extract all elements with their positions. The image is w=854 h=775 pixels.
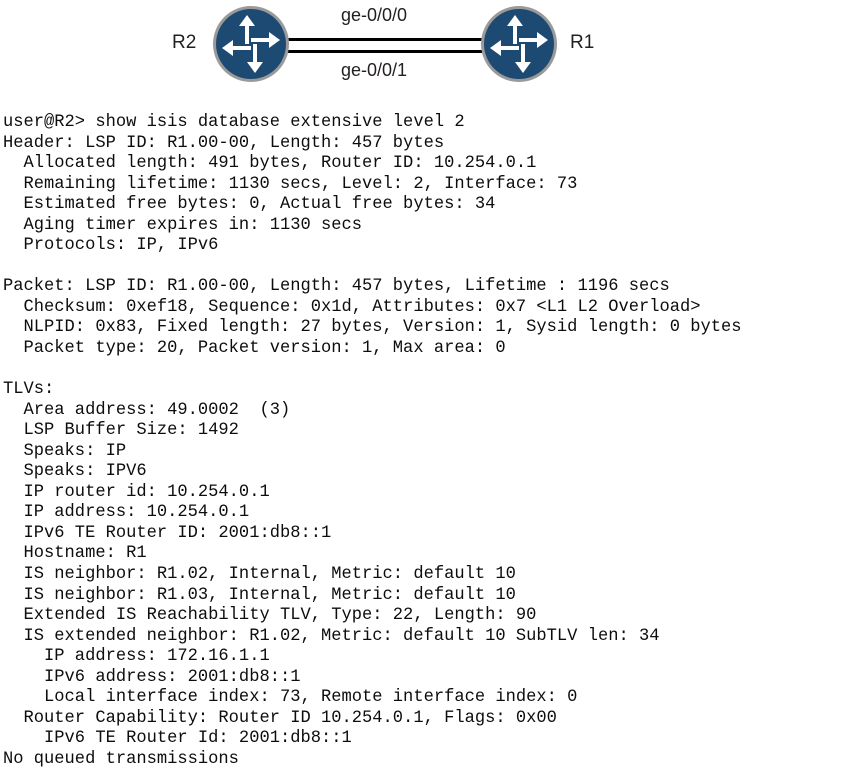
- router-icon: [213, 6, 289, 82]
- terminal-line: Header: LSP ID: R1.00-00, Length: 457 by…: [3, 133, 445, 153]
- terminal-line: NLPID: 0x83, Fixed length: 27 bytes, Ver…: [3, 318, 742, 338]
- terminal-line: IS extended neighbor: R1.02, Metric: def…: [3, 626, 660, 646]
- terminal-line: Checksum: 0xef18, Sequence: 0x1d, Attrib…: [3, 297, 701, 317]
- terminal-output: user@R2> show isis database extensive le…: [0, 113, 854, 771]
- terminal-line: Aging timer expires in: 1130 secs: [3, 215, 363, 235]
- terminal-line: Packet type: 20, Packet version: 1, Max …: [3, 339, 506, 359]
- link-line-ge-0-0-1: [288, 50, 482, 53]
- terminal-line: Allocated length: 491 bytes, Router ID: …: [3, 154, 537, 174]
- terminal-line: Packet: LSP ID: R1.00-00, Length: 457 by…: [3, 277, 670, 297]
- terminal-line: IP address: 172.16.1.1: [3, 647, 270, 667]
- link-line-ge-0-0-0: [288, 38, 482, 41]
- terminal-line: IP address: 10.254.0.1: [3, 503, 250, 523]
- terminal-line: Router Capability: Router ID 10.254.0.1,…: [3, 708, 557, 728]
- network-topology-diagram: ge-0/0/0 ge-0/0/1 R2 R1: [0, 0, 854, 100]
- terminal-line: user@R2> show isis database extensive le…: [3, 113, 465, 132]
- router-icon: [481, 6, 557, 82]
- terminal-line: Speaks: IPV6: [3, 462, 147, 482]
- router-label-r1: R1: [570, 32, 595, 53]
- terminal-line: IPv6 TE Router Id: 2001:db8::1: [3, 729, 352, 749]
- terminal-line: LSP Buffer Size: 1492: [3, 421, 239, 441]
- terminal-line: Area address: 49.0002 (3): [3, 400, 291, 420]
- terminal-line: TLVs:: [3, 380, 55, 400]
- terminal-line: Protocols: IP, IPv6: [3, 236, 219, 256]
- terminal-line: IP router id: 10.254.0.1: [3, 482, 270, 502]
- terminal-line: Extended IS Reachability TLV, Type: 22, …: [3, 606, 537, 626]
- router-icon-r1: [479, 4, 559, 84]
- terminal-line: Estimated free bytes: 0, Actual free byt…: [3, 195, 496, 215]
- terminal-line: No queued transmissions: [3, 749, 239, 769]
- terminal-line: IS neighbor: R1.03, Internal, Metric: de…: [3, 585, 516, 605]
- terminal-line: Hostname: R1: [3, 544, 147, 564]
- terminal-line: IPv6 TE Router ID: 2001:db8::1: [3, 523, 332, 543]
- terminal-line: Remaining lifetime: 1130 secs, Level: 2,…: [3, 174, 578, 194]
- link-label-bottom: ge-0/0/1: [341, 60, 408, 80]
- link-label-top: ge-0/0/0: [341, 5, 408, 25]
- router-icon-r2: [211, 4, 291, 84]
- terminal-line: Local interface index: 73, Remote interf…: [3, 688, 578, 708]
- terminal-line: IPv6 address: 2001:db8::1: [3, 667, 301, 687]
- terminal-line: IS neighbor: R1.02, Internal, Metric: de…: [3, 565, 516, 585]
- terminal-line: Speaks: IP: [3, 441, 127, 461]
- router-label-r2: R2: [172, 32, 197, 53]
